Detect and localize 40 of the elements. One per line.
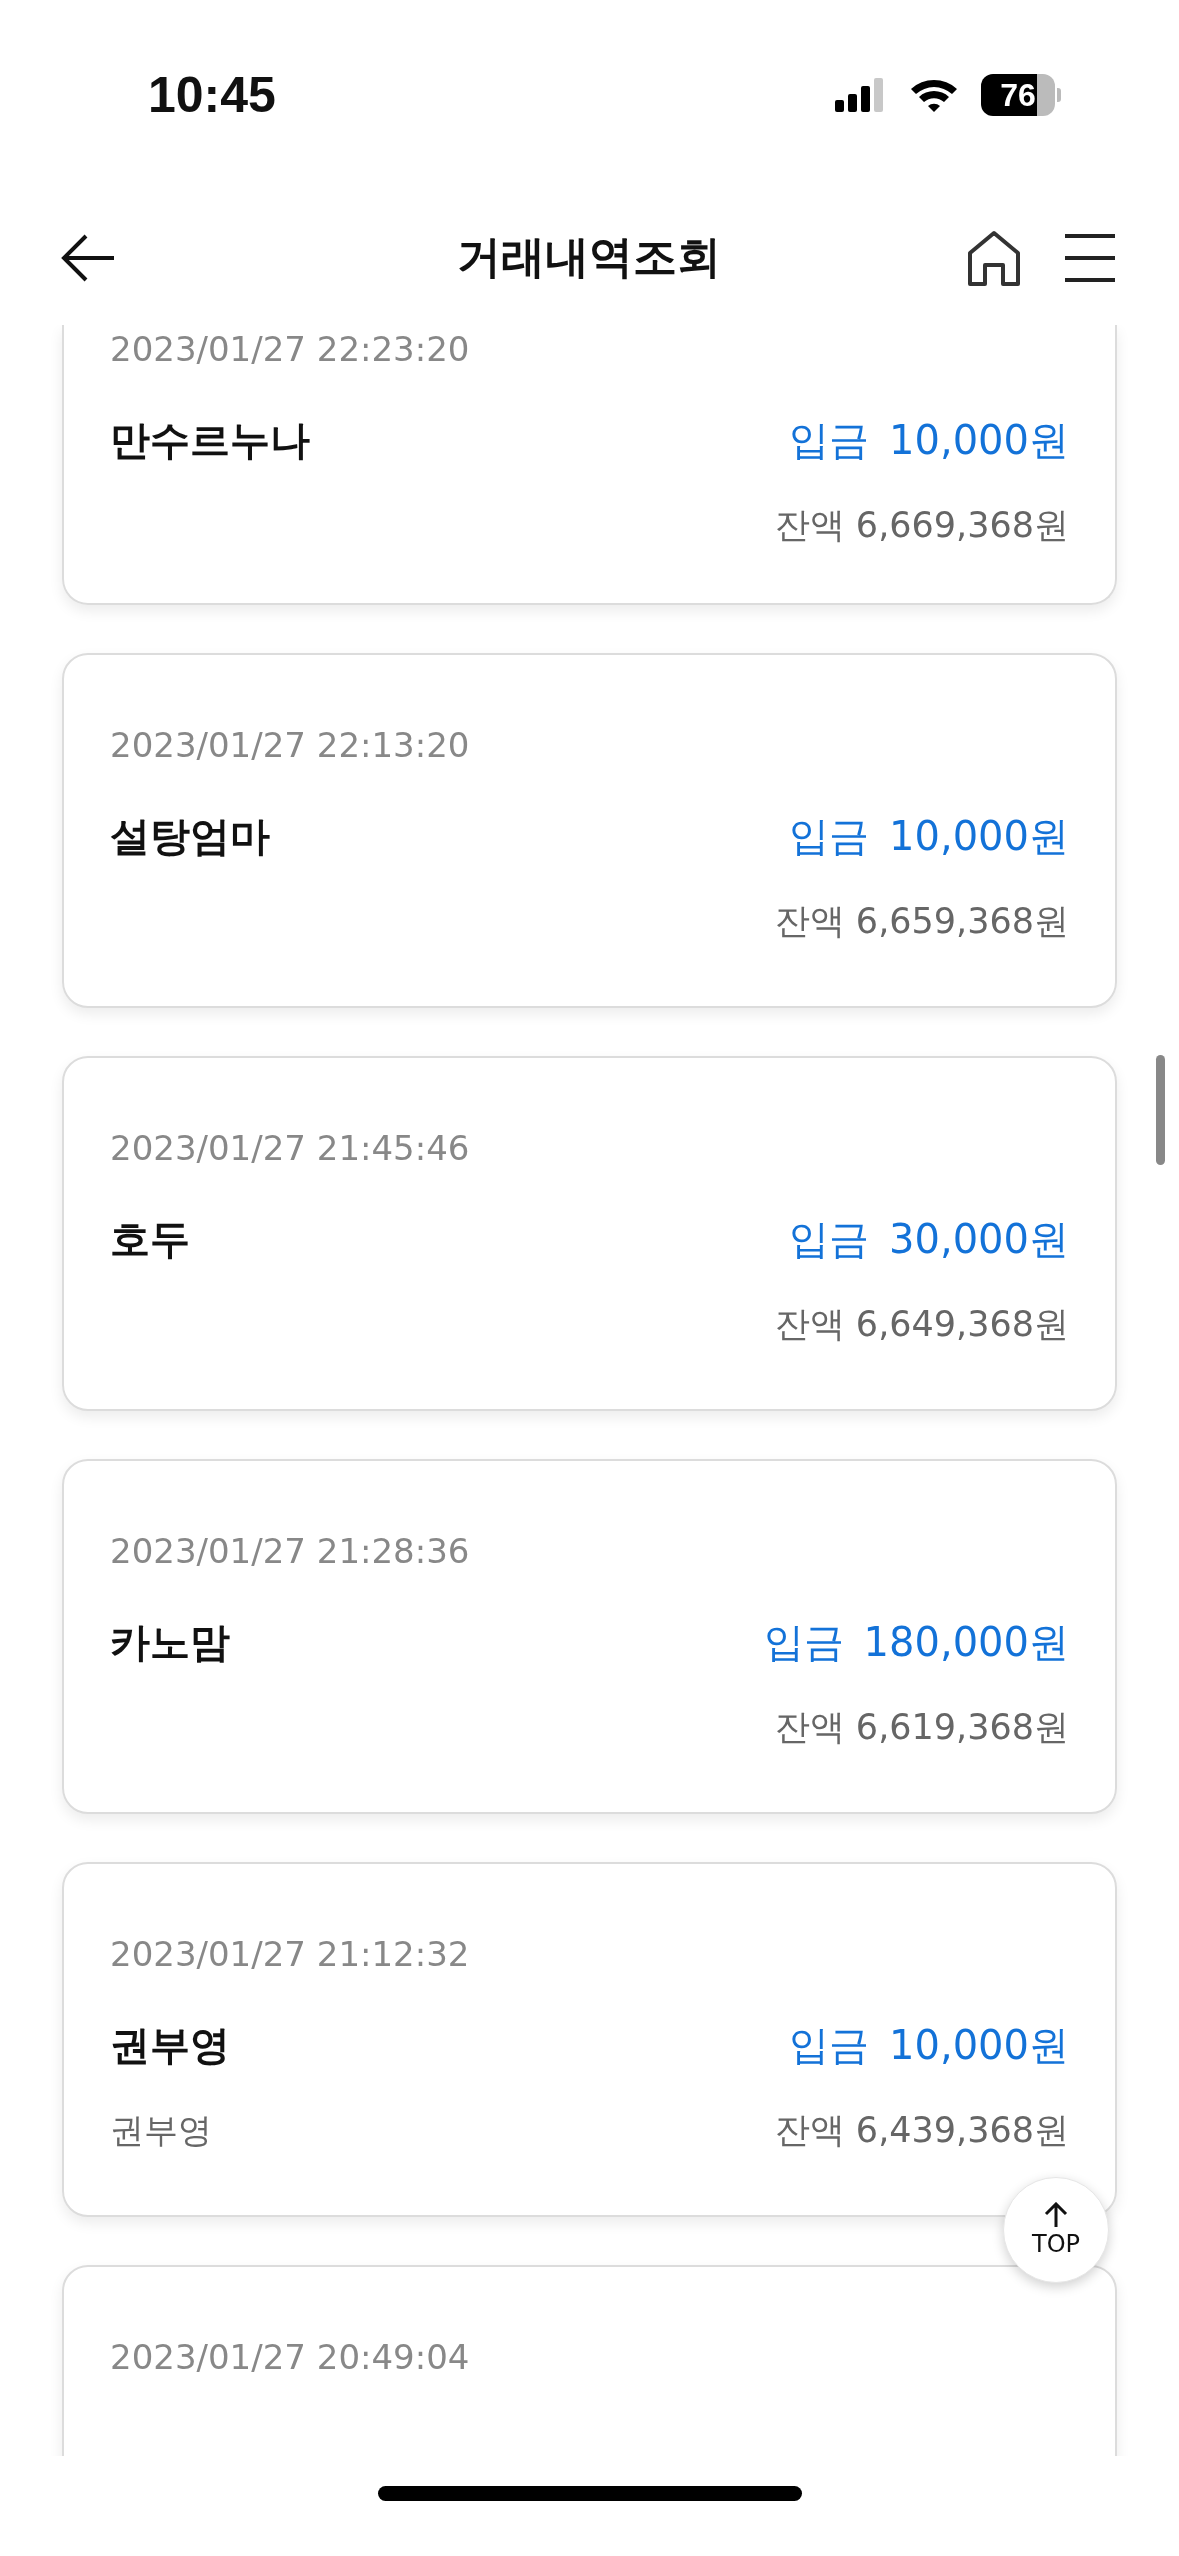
transaction-amount: 10,000원 <box>889 2021 1069 2070</box>
transaction-card[interactable]: 2023/01/27 21:12:32 권부영 입금 10,000원 권부영 잔액 6,439,368원 <box>62 1862 1117 2217</box>
transaction-date: 2023/01/27 22:23:20 <box>110 329 471 369</box>
transaction-date: 2023/01/27 21:12:32 <box>110 1934 471 1974</box>
sender-name: 권부영 <box>110 2021 230 2070</box>
status-time: 10:45 <box>148 66 276 124</box>
transaction-memo: 권부영 <box>110 2108 212 2152</box>
transaction-card[interactable]: 2023/01/27 22:13:20 설탕엄마 입금 10,000원 잔액 6,659,368원 <box>62 653 1117 1008</box>
transaction-type: 입금 <box>789 1215 870 1264</box>
arrow-up-icon <box>1044 2202 1068 2228</box>
transaction-card[interactable]: 2023/01/27 21:45:46 호두 입금 30,000원 잔액 6,649,368원 <box>62 1056 1117 1411</box>
transaction-date: 2023/01/27 20:49:04 <box>110 2337 471 2377</box>
transaction-amount: 180,000원 <box>863 1618 1069 1667</box>
menu-icon[interactable] <box>1063 232 1117 283</box>
transaction-card[interactable]: 2023/01/27 22:23:20 만수르누나 입금 10,000원 잔액 6,669,368원 <box>62 325 1117 605</box>
transaction-type: 입금 <box>789 812 870 861</box>
transaction-amount: 30,000원 <box>889 1215 1069 1264</box>
transaction-date: 2023/01/27 21:45:46 <box>110 1128 471 1168</box>
home-icon[interactable] <box>965 228 1023 287</box>
balance-text: 잔액 6,659,368원 <box>774 900 1069 943</box>
transaction-type: 입금 <box>789 2021 870 2070</box>
back-arrow-icon[interactable] <box>60 232 116 283</box>
sender-name: 설탕엄마 <box>110 812 270 861</box>
balance-text: 잔액 6,439,368원 <box>774 2109 1069 2152</box>
wifi-icon <box>909 77 959 113</box>
transaction-date: 2023/01/27 21:28:36 <box>110 1531 471 1571</box>
balance-text: 잔액 6,649,368원 <box>774 1303 1069 1346</box>
balance-text: 잔액 6,669,368원 <box>774 504 1069 547</box>
transaction-date: 2023/01/27 22:13:20 <box>110 725 471 765</box>
sender-name: 카노맘 <box>110 1618 230 1667</box>
transaction-amount: 10,000원 <box>889 416 1069 465</box>
scroll-to-top-button[interactable]: TOP <box>1003 2177 1109 2283</box>
balance-text: 잔액 6,619,368원 <box>774 1706 1069 1749</box>
transaction-type: 입금 <box>789 416 870 465</box>
sender-name: 호두 <box>110 1215 190 1264</box>
sender-name: 만수르누나 <box>110 416 310 465</box>
transaction-amount: 10,000원 <box>889 812 1069 861</box>
page-title: 거래내역조회 <box>456 230 721 284</box>
transaction-type: 입금 <box>763 1618 844 1667</box>
transaction-card[interactable]: 2023/01/27 21:28:36 카노맘 입금 180,000원 잔액 6,619,368원 <box>62 1459 1117 1814</box>
